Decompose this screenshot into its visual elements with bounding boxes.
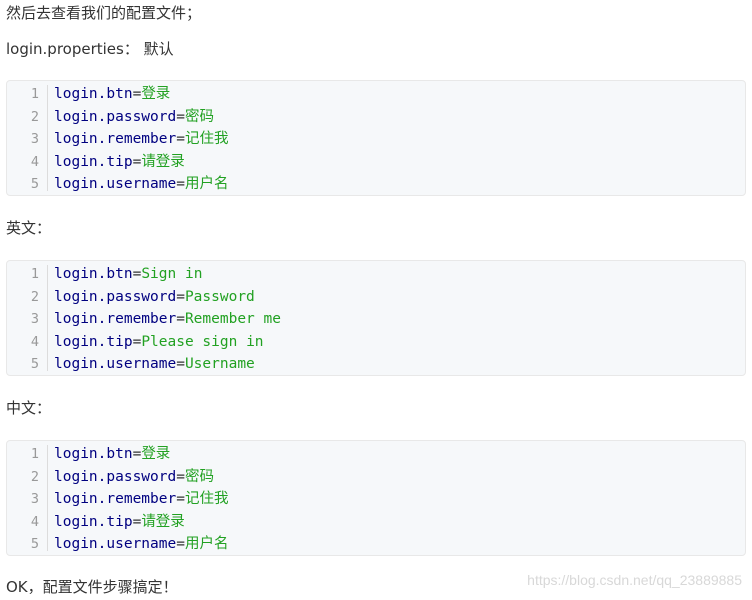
gutter-divider [47, 85, 48, 191]
equals-sign: = [176, 108, 185, 125]
equals-sign: = [176, 176, 185, 192]
property-key: login.remember [54, 131, 177, 147]
property-key: login.btn [54, 446, 133, 462]
property-key: login.password [54, 108, 177, 125]
property-value: Password [184, 288, 255, 305]
property-value: 请登录 [141, 513, 185, 530]
property-value: 记住我 [184, 131, 229, 147]
code-block-default: 1 login.btn=登录 2 login.password=密码 3 log… [6, 80, 746, 196]
property-value: 密码 [184, 108, 214, 125]
line-number: 1 [30, 266, 39, 282]
property-value: Sign in [141, 266, 203, 282]
chinese-label: 中文： [6, 399, 52, 417]
property-value: 密码 [184, 468, 214, 485]
equals-sign: = [132, 266, 142, 282]
property-key: login.btn [54, 266, 133, 282]
watermark: https://blog.csdn.net/qq_23889885 [527, 572, 742, 588]
property-key: login.password [54, 468, 177, 485]
default-properties-label: login.properties： 默认 [6, 40, 174, 58]
property-value: 登录 [141, 86, 171, 102]
property-key: login.tip [54, 153, 133, 170]
code-block-chinese: 1 login.btn=登录 2 login.password=密码 3 log… [6, 440, 746, 556]
equals-sign: = [176, 131, 185, 147]
equals-sign: = [132, 333, 142, 350]
line-number: 2 [30, 288, 39, 305]
equals-sign: = [176, 536, 185, 552]
line-number: 4 [30, 153, 39, 170]
property-key: login.remember [54, 311, 177, 327]
property-key: login.remember [54, 491, 177, 507]
gutter-divider [47, 445, 48, 551]
equals-sign: = [176, 288, 185, 305]
line-number: 3 [30, 131, 39, 147]
outro-text: OK，配置文件步骤搞定！ [6, 578, 178, 596]
property-value: Username [184, 356, 255, 372]
property-value: 用户名 [184, 176, 229, 192]
english-label: 英文： [6, 219, 52, 237]
line-number: 5 [30, 536, 39, 552]
equals-sign: = [132, 153, 142, 170]
equals-sign: = [176, 311, 185, 327]
equals-sign: = [176, 491, 185, 507]
property-key: login.username [54, 536, 177, 552]
property-key: login.password [54, 288, 177, 305]
property-key: login.tip [54, 513, 133, 530]
line-number: 2 [30, 108, 39, 125]
line-number: 2 [30, 468, 39, 485]
equals-sign: = [132, 513, 142, 530]
equals-sign: = [132, 446, 142, 462]
equals-sign: = [176, 468, 185, 485]
gutter-divider [47, 265, 48, 371]
property-value: 登录 [141, 446, 171, 462]
line-number: 1 [30, 86, 39, 102]
line-number: 4 [30, 333, 39, 350]
property-value: 记住我 [184, 491, 229, 507]
property-value: 请登录 [141, 153, 185, 170]
line-number: 3 [30, 491, 39, 507]
property-value: Remember me [184, 311, 281, 327]
property-value: Please sign in [141, 333, 264, 350]
property-value: 用户名 [184, 536, 229, 552]
property-key: login.username [54, 356, 177, 372]
equals-sign: = [132, 86, 142, 102]
line-number: 4 [30, 513, 39, 530]
line-number: 1 [30, 446, 39, 462]
line-number: 5 [30, 176, 39, 192]
line-number: 5 [30, 356, 39, 372]
property-key: login.btn [54, 86, 133, 102]
equals-sign: = [176, 356, 185, 372]
line-number: 3 [30, 311, 39, 327]
intro-text: 然后去查看我们的配置文件； [6, 4, 202, 22]
property-key: login.username [54, 176, 177, 192]
code-block-english: 1 login.btn=Sign in 2 login.password=Pas… [6, 260, 746, 376]
property-key: login.tip [54, 333, 133, 350]
